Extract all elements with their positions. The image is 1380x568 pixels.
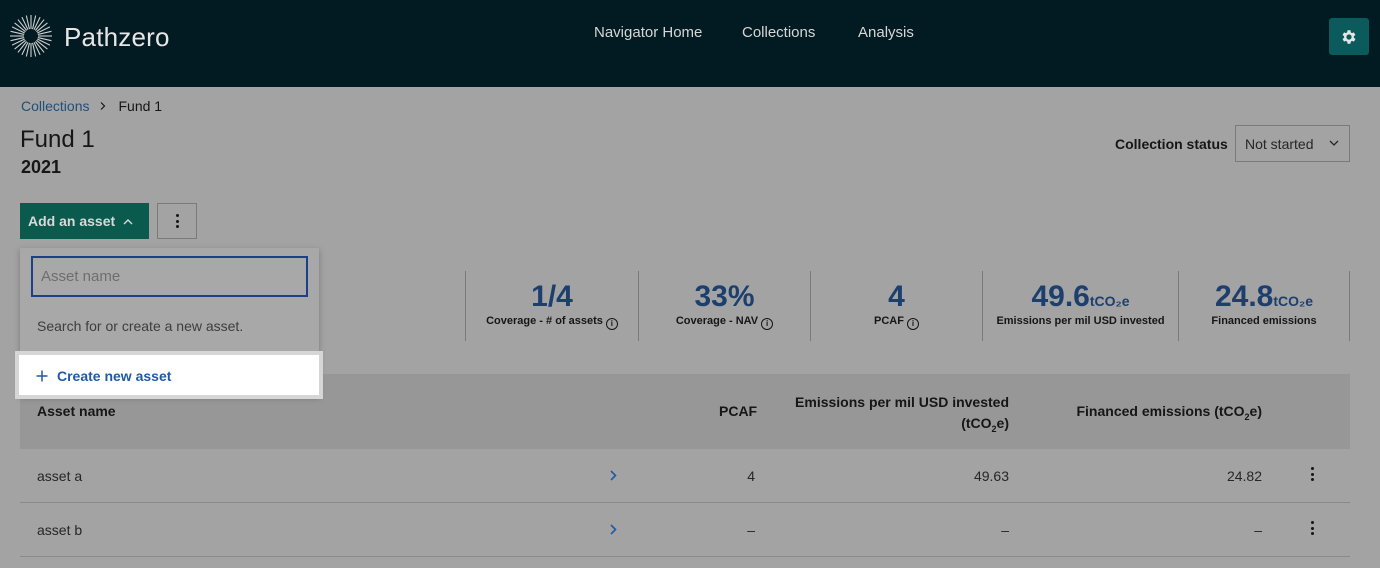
metric-financed-emissions: 24.8tCO₂e Financed emissions	[1178, 271, 1350, 341]
metric-value: 33%	[694, 280, 755, 313]
chevron-right-icon[interactable]	[610, 470, 617, 481]
header-text: e)	[996, 415, 1009, 431]
pcaf-cell: –	[747, 522, 755, 538]
chevron-down-icon	[1329, 140, 1339, 146]
collection-status-label: Collection status	[1115, 136, 1228, 152]
metric-coverage-nav: 33% Coverage - NAV i	[638, 271, 810, 341]
row-overflow-menu-icon[interactable]	[1310, 467, 1314, 481]
nav-navigator-home[interactable]: Navigator Home	[594, 24, 702, 41]
metric-pcaf: 4 PCAF i	[810, 271, 982, 341]
row-overflow-menu-icon[interactable]	[1310, 521, 1314, 535]
breadcrumb: Collections Fund 1	[21, 98, 162, 114]
metric-value: 4	[888, 280, 905, 313]
header-text: e)	[1249, 403, 1262, 419]
info-icon[interactable]: i	[605, 318, 618, 330]
metric-value: 24.8	[1214, 280, 1274, 313]
column-header-pcaf[interactable]: PCAF	[719, 403, 757, 419]
emissions-cell: 49.63	[973, 468, 1009, 484]
asset-name-cell[interactable]: asset a	[37, 468, 82, 484]
more-options-button[interactable]	[157, 203, 197, 239]
create-new-asset-label: Create new asset	[57, 368, 172, 384]
assets-table: Asset name PCAF Emissions per mil USD in…	[20, 374, 1350, 557]
info-icon[interactable]: i	[906, 318, 919, 330]
asset-name-cell[interactable]: asset b	[37, 522, 82, 538]
metric-label: Coverage - # of assets	[486, 315, 603, 327]
header-text: (tCO	[961, 415, 992, 431]
page-year: 2021	[21, 157, 62, 177]
page-title: Fund 1	[20, 126, 95, 153]
collection-status-value: Not started	[1245, 136, 1314, 152]
chevron-right-icon	[101, 102, 106, 110]
top-navigation-bar: Pathzero Navigator Home Collections Anal…	[0, 0, 1380, 87]
chevron-right-icon[interactable]	[610, 524, 617, 535]
column-header-financed-emissions[interactable]: Financed emissions (tCO2e)	[1076, 403, 1262, 422]
nav-collections[interactable]: Collections	[742, 24, 815, 41]
breadcrumb-collections-link[interactable]: Collections	[21, 98, 89, 114]
metric-unit: tCO₂e	[1089, 293, 1130, 309]
column-header-emissions-line1: Emissions per mil USD invested	[795, 394, 1009, 410]
metric-value: 49.6	[1031, 280, 1090, 313]
settings-button[interactable]	[1329, 18, 1369, 55]
column-header-asset-name[interactable]: Asset name	[37, 403, 116, 419]
pathzero-logo-icon	[10, 15, 52, 57]
brand-name: Pathzero	[64, 22, 170, 52]
pcaf-cell: 4	[747, 468, 755, 484]
metric-coverage-assets: 1/4 Coverage - # of assets i	[465, 271, 638, 341]
metric-label: Emissions per mil USD invested	[996, 315, 1165, 327]
add-asset-label: Add an asset	[28, 213, 116, 229]
create-new-asset-button[interactable]: Create new asset	[36, 368, 171, 384]
metric-value: 1/4	[531, 280, 573, 313]
add-asset-button[interactable]: Add an asset	[20, 203, 149, 239]
metric-unit: tCO₂e	[1273, 293, 1314, 309]
dropdown-hint: Search for or create a new asset.	[37, 318, 244, 334]
financed-emissions-cell: 24.82	[1226, 468, 1262, 484]
chevron-up-icon	[123, 219, 133, 225]
column-header-emissions[interactable]: Emissions per mil USD invested (tCO2e)	[795, 392, 1009, 440]
gear-icon	[1342, 29, 1356, 44]
metrics-summary: 1/4 Coverage - # of assets i 33% Coverage…	[465, 271, 1350, 341]
metric-label: Coverage - NAV	[675, 315, 759, 327]
financed-emissions-cell: –	[1254, 522, 1262, 538]
table-row[interactable]: asset b – – –	[20, 503, 1350, 557]
metric-label: PCAF	[874, 315, 904, 327]
metric-emissions-per-mil: 49.6tCO₂e Emissions per mil USD invested	[982, 271, 1178, 341]
metric-label: Financed emissions	[1211, 315, 1317, 327]
asset-name-input[interactable]	[31, 256, 308, 297]
nav-analysis[interactable]: Analysis	[858, 24, 914, 41]
emissions-cell: –	[1001, 522, 1009, 538]
collection-status-select[interactable]: Not started	[1235, 125, 1350, 162]
table-row[interactable]: asset a 4 49.63 24.82	[20, 449, 1350, 503]
plus-icon	[36, 370, 48, 382]
overflow-menu-icon	[175, 214, 179, 228]
info-icon[interactable]: i	[761, 318, 774, 330]
breadcrumb-current: Fund 1	[118, 98, 163, 114]
header-text: Financed emissions (tCO	[1076, 403, 1245, 419]
create-new-asset-option[interactable]: Create new asset	[15, 351, 323, 399]
